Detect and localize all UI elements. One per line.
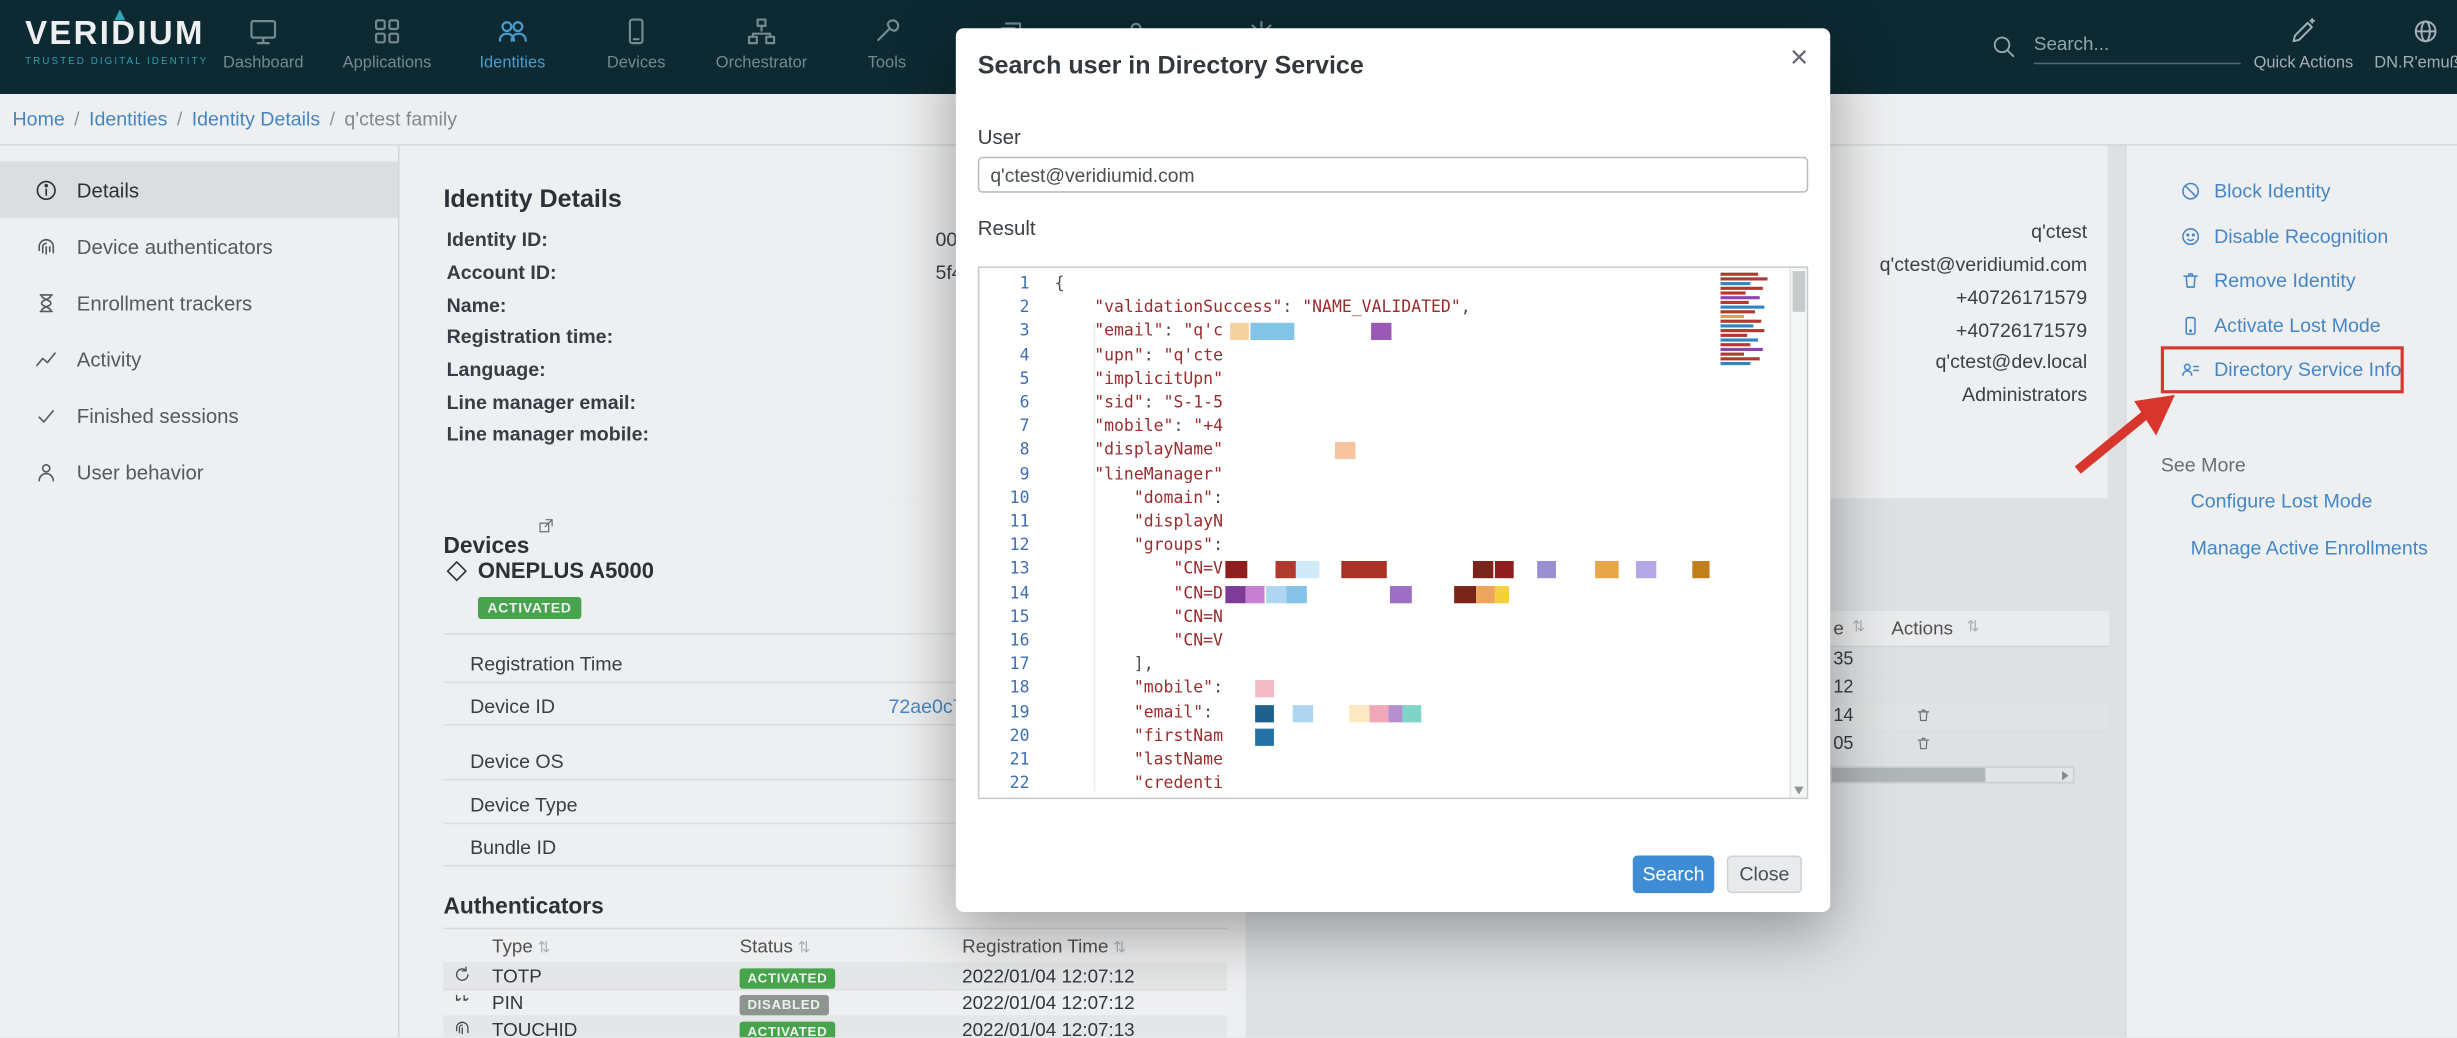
modal-title: Search user in Directory Service: [978, 53, 1364, 81]
directory-service-modal: Search user in Directory Service × User …: [956, 28, 1830, 912]
editor-lines: { "validationSuccess": "NAME_VALIDATED",…: [979, 268, 1789, 798]
editor-minimap: [1721, 273, 1788, 367]
user-field-label: User: [978, 125, 1021, 149]
scrollbar-down-arrow[interactable]: [1794, 787, 1803, 795]
user-input[interactable]: [978, 157, 1808, 193]
editor-scrollbar[interactable]: [1789, 268, 1806, 798]
app-window: VERIDIUM TRUSTED DIGITAL IDENTITY Dashbo…: [0, 0, 2457, 1037]
result-label: Result: [978, 216, 1036, 240]
close-button[interactable]: Close: [1727, 856, 1802, 894]
search-button[interactable]: Search: [1633, 856, 1714, 894]
json-result-editor[interactable]: 12345678910111213141516171819202122 { "v…: [978, 266, 1808, 799]
close-icon[interactable]: ×: [1790, 41, 1808, 77]
scrollbar-thumb[interactable]: [1793, 271, 1806, 312]
